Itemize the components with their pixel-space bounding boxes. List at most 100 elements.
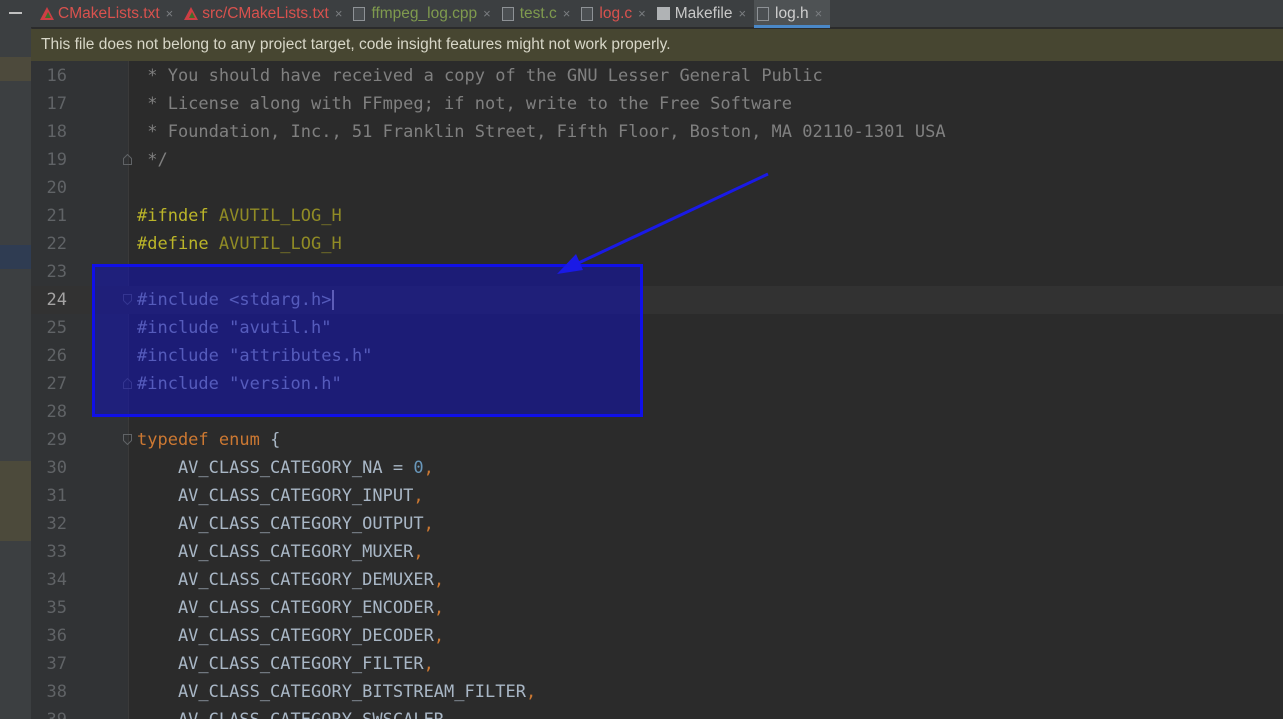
tab-label: ffmpeg_log.cpp [371,4,478,22]
code-token: AVUTIL_LOG_H [218,206,342,226]
code-line[interactable]: 20 [31,174,1283,202]
code-text: * Foundation, Inc., 51 Franklin Street, … [137,118,945,146]
code-token: */ [137,150,168,170]
code-token: , [423,514,434,534]
line-number: 35 [46,598,67,618]
code-text: AV_CLASS_CATEGORY_DECODER, [137,622,444,650]
close-icon[interactable]: × [815,6,823,21]
code-line[interactable]: 29 typedef enum { [31,426,1283,454]
annotation-highlight-box [92,264,643,417]
code-token: , [433,626,445,646]
code-line[interactable]: 31 AV_CLASS_CATEGORY_INPUT, [31,482,1283,510]
close-icon[interactable]: × [563,6,571,21]
left-tool-strip [0,0,32,719]
code-line[interactable]: 16 * You should have received a copy of … [31,62,1283,90]
fold-start-icon[interactable] [123,434,132,445]
line-number: 33 [46,542,67,562]
code-token: 0 [413,458,424,478]
minimize-icon[interactable] [9,12,22,14]
tab-label: log.h [775,4,809,22]
line-number: 20 [46,178,67,198]
line-number: 39 [31,706,67,719]
line-number: 26 [46,346,67,366]
code-token: AV_CLASS_CATEGORY_DECODER [137,626,434,646]
tab-test-c[interactable]: test.c × [499,0,579,28]
editor-tab-bar: CMakeLists.txt × src/CMakeLists.txt × ffmpeg… [31,0,1283,28]
line-number: 17 [46,94,67,114]
line-number: 38 [46,682,67,702]
line-number: 22 [46,234,67,254]
line-number: 21 [46,206,67,226]
cmake-icon [184,6,199,21]
line-number: 31 [46,486,67,506]
line-number: 25 [46,318,67,338]
code-text: #ifndef AVUTIL_LOG_H [137,202,342,230]
tab-src-cmakelists-txt[interactable]: src/CMakeLists.txt × [181,0,350,28]
code-line[interactable]: 17 * License along with FFmpeg; if not, … [31,90,1283,118]
code-line[interactable]: 22 #define AVUTIL_LOG_H [31,230,1283,258]
code-token: , [413,542,424,562]
code-line[interactable]: 34 AV_CLASS_CATEGORY_DEMUXER, [31,566,1283,594]
line-number: 32 [46,514,67,534]
code-text: typedef enum { [137,426,280,454]
code-text: AV_CLASS_CATEGORY_OUTPUT, [137,510,434,538]
code-line[interactable]: 35 AV_CLASS_CATEGORY_ENCODER, [31,594,1283,622]
tab-ffmpeg-log-cpp[interactable]: ffmpeg_log.cpp × [350,0,498,28]
code-token: AV_CLASS_CATEGORY_OUTPUT [137,514,424,534]
code-token: * License along with FFmpeg; if not, wri… [137,94,793,114]
fold-end-icon[interactable] [123,154,132,165]
line-number: 27 [46,374,67,394]
code-token: AV_CLASS_CATEGORY_SWSCALER [137,710,444,719]
banner-message: This file does not belong to any project… [41,36,671,53]
c-file-icon [501,6,516,21]
code-line[interactable]: 32 AV_CLASS_CATEGORY_OUTPUT, [31,510,1283,538]
code-token: , [423,654,434,674]
line-number: 19 [46,150,67,170]
code-text: AV_CLASS_CATEGORY_BITSTREAM_FILTER, [137,678,536,706]
code-token: * You should have received a copy of the… [137,66,823,86]
code-line[interactable]: 30 AV_CLASS_CATEGORY_NA = 0, [31,454,1283,482]
line-number: 16 [46,66,67,86]
project-warning-banner: This file does not belong to any project… [31,29,1283,61]
close-icon[interactable]: × [483,6,491,21]
code-token: , [433,598,445,618]
line-number: 23 [46,262,67,282]
tab-log-h[interactable]: log.h × [754,0,831,28]
code-token: AV_CLASS_CATEGORY_DEMUXER [137,570,434,590]
code-text: */ [137,146,168,174]
cmake-icon [40,6,54,21]
code-line[interactable]: 33 AV_CLASS_CATEGORY_MUXER, [31,538,1283,566]
code-line[interactable]: 37 AV_CLASS_CATEGORY_FILTER, [31,650,1283,678]
code-token: AV_CLASS_CATEGORY_NA [137,458,393,478]
close-icon[interactable]: × [335,6,343,21]
code-text: AV_CLASS_CATEGORY_MUXER, [137,538,424,566]
line-number: 34 [46,570,67,590]
tab-label: src/CMakeLists.txt [202,4,329,22]
tab-label: CMakeLists.txt [58,4,160,22]
code-line[interactable]: 38 AV_CLASS_CATEGORY_BITSTREAM_FILTER, [31,678,1283,706]
code-token: , [433,570,445,590]
tab-cmakelists-txt[interactable]: CMakeLists.txt × [37,0,181,28]
code-token: typedef [137,430,219,450]
code-token: { [270,430,281,450]
close-icon[interactable]: × [166,6,174,21]
code-line[interactable]: 19 */ [31,146,1283,174]
tab-log-c[interactable]: log.c × [578,0,653,28]
code-line[interactable]: 18 * Foundation, Inc., 51 Franklin Stree… [31,118,1283,146]
code-line[interactable]: 36 AV_CLASS_CATEGORY_DECODER, [31,622,1283,650]
tab-makefile[interactable]: Makefile × [654,0,754,28]
code-text: AV_CLASS_CATEGORY_NA = 0, [137,454,434,482]
tab-label: test.c [519,4,557,22]
code-token: AV_CLASS_CATEGORY_MUXER [137,542,414,562]
line-number: 37 [46,654,67,674]
makefile-icon [656,6,671,21]
code-token: AVUTIL_LOG_H [218,234,342,254]
selection-marker [0,245,31,269]
code-text: AV_CLASS_CATEGORY_INPUT, [137,482,424,510]
close-icon[interactable]: × [638,6,646,21]
code-line[interactable]: 39 AV_CLASS_CATEGORY_SWSCALER, [31,706,1283,719]
close-icon[interactable]: × [738,6,746,21]
c-file-icon [581,6,595,21]
code-token: , [444,710,454,719]
code-line[interactable]: 21 #ifndef AVUTIL_LOG_H [31,202,1283,230]
